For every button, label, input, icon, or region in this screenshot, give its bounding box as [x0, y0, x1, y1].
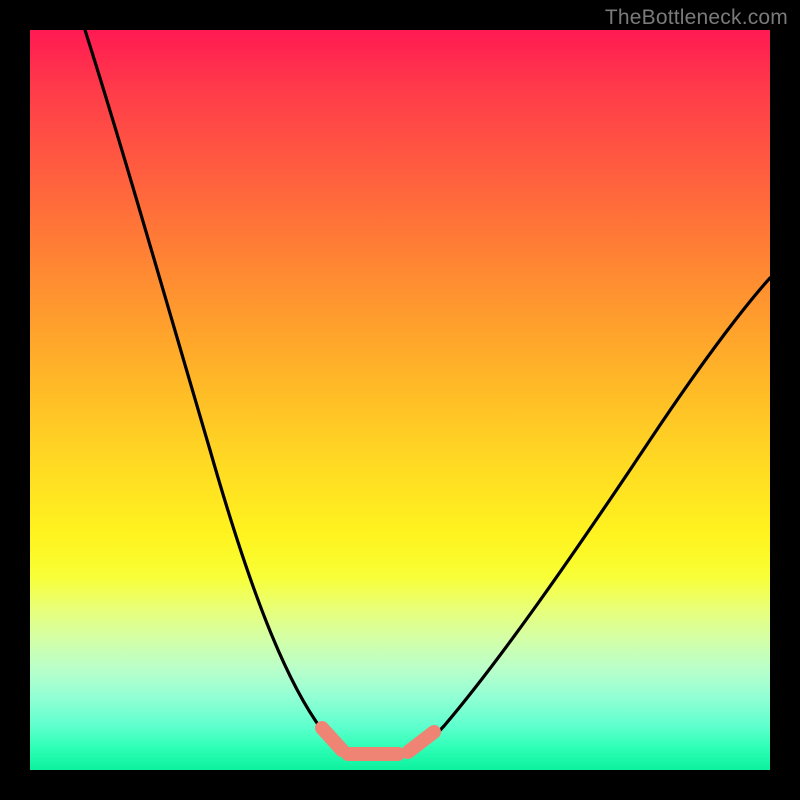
bottleneck-curve: [85, 30, 770, 754]
outer-frame: TheBottleneck.com: [0, 0, 800, 800]
marker-segment-left: [322, 728, 342, 750]
watermark-text: TheBottleneck.com: [605, 6, 788, 30]
marker-segment-right: [408, 732, 434, 752]
curve-layer: [30, 30, 770, 770]
lower-haze-overlay: [30, 563, 770, 770]
plot-area: [30, 30, 770, 770]
minimum-marker-group: [322, 728, 434, 754]
